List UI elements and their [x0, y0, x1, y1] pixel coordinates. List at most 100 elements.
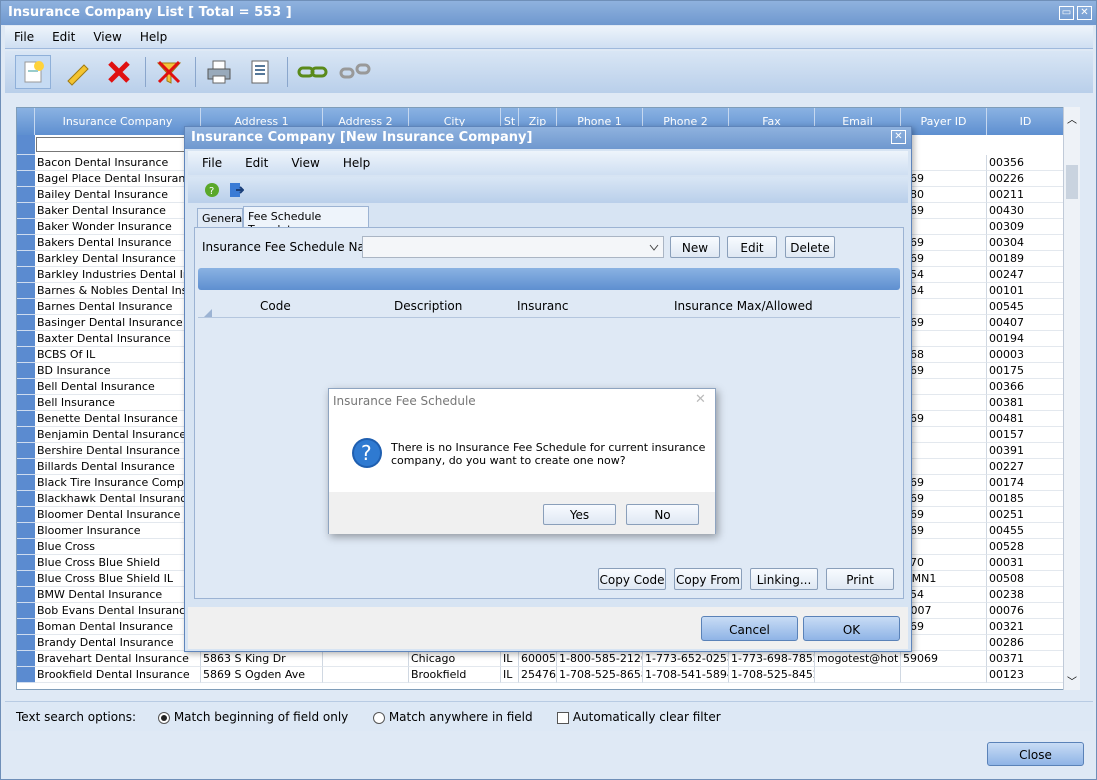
unlink-icon[interactable] — [337, 55, 373, 89]
yes-button[interactable]: Yes — [543, 504, 616, 525]
row-selector[interactable] — [17, 379, 35, 395]
row-selector[interactable] — [17, 667, 35, 683]
link-icon[interactable] — [295, 55, 331, 89]
row-selector[interactable] — [17, 299, 35, 315]
menu-file[interactable]: File — [5, 26, 43, 44]
radio-match-anywhere[interactable]: Match anywhere in field — [373, 710, 533, 724]
table-cell: 069 — [901, 235, 987, 251]
header-selector — [17, 108, 35, 135]
dialog-menu-file[interactable]: File — [188, 151, 231, 170]
edit-pencil-icon[interactable] — [59, 55, 95, 89]
table-row[interactable]: Bravehart Dental Insurance 5863 S King Dr… — [35, 651, 1065, 667]
new-button[interactable]: New — [670, 236, 720, 258]
row-selector[interactable] — [17, 603, 35, 619]
new-document-icon[interactable] — [15, 55, 51, 89]
radio-match-beginning[interactable]: Match beginning of field only — [158, 710, 348, 724]
copy-from-button[interactable]: Copy From — [674, 568, 742, 590]
row-selector[interactable] — [17, 395, 35, 411]
copy-code-button[interactable]: Copy Code — [598, 568, 666, 590]
table-cell: Basinger Dental Insurance — [35, 315, 201, 331]
row-selector[interactable] — [17, 475, 35, 491]
row-selector[interactable] — [17, 171, 35, 187]
scroll-down-icon[interactable]: ﹀ — [1067, 673, 1077, 688]
col-payer-id[interactable]: Payer ID — [901, 108, 987, 135]
row-selector[interactable] — [17, 587, 35, 603]
row-selector[interactable] — [17, 315, 35, 331]
window-title: Insurance Company List [ Total = 553 ] — [1, 1, 1096, 25]
help-icon[interactable]: ? — [204, 182, 220, 198]
dialog-close-icon[interactable]: ✕ — [891, 130, 906, 144]
delete-button[interactable]: Delete — [785, 236, 835, 258]
close-icon[interactable]: ✕ — [1077, 6, 1092, 20]
col-max-allowed[interactable]: Insurance Max/Allowed — [674, 299, 813, 313]
msgbox-close-icon[interactable]: ✕ — [695, 392, 706, 407]
tab-general[interactable]: General — [197, 208, 245, 228]
schedule-name-select[interactable] — [362, 236, 664, 258]
row-selector[interactable] — [17, 283, 35, 299]
clear-filter-icon[interactable] — [151, 55, 187, 89]
row-selector[interactable] — [17, 459, 35, 475]
row-selector[interactable] — [17, 411, 35, 427]
row-selector[interactable] — [17, 443, 35, 459]
dialog-menu-view[interactable]: View — [277, 151, 328, 170]
table-cell: 00304 — [987, 235, 1065, 251]
row-selector[interactable] — [17, 635, 35, 651]
row-selector[interactable] — [17, 427, 35, 443]
menu-help[interactable]: Help — [131, 26, 176, 44]
row-selector[interactable] — [17, 331, 35, 347]
row-selector[interactable] — [17, 219, 35, 235]
row-selector[interactable] — [17, 363, 35, 379]
grid-scrollbar[interactable]: ︿ ﹀ — [1063, 107, 1080, 690]
menu-bar: File Edit View Help — [5, 26, 1093, 49]
cancel-button[interactable]: Cancel — [701, 616, 798, 641]
search-options-label: Text search options: — [16, 710, 136, 724]
table-cell: 00251 — [987, 507, 1065, 523]
delete-x-icon[interactable] — [101, 55, 137, 89]
menu-edit[interactable]: Edit — [43, 26, 84, 44]
linking-button[interactable]: Linking... — [750, 568, 818, 590]
table-cell: Bell Insurance — [35, 395, 201, 411]
exit-door-icon[interactable] — [228, 181, 244, 199]
table-cell: 00309 — [987, 219, 1065, 235]
close-button[interactable]: Close — [987, 742, 1084, 766]
row-selector[interactable] — [17, 267, 35, 283]
fee-grid-header: Code Description Insuranc Insurance Max/… — [198, 294, 900, 318]
dialog-menu-help[interactable]: Help — [329, 151, 379, 170]
row-selector[interactable] — [17, 651, 35, 667]
print-preview-icon[interactable] — [243, 55, 279, 89]
maximize-icon[interactable]: ▭ — [1059, 6, 1074, 20]
row-selector[interactable] — [17, 155, 35, 171]
row-selector[interactable] — [17, 523, 35, 539]
col-code[interactable]: Code — [260, 299, 291, 313]
no-button[interactable]: No — [626, 504, 699, 525]
edit-button[interactable]: Edit — [727, 236, 777, 258]
col-insurance-company[interactable]: Insurance Company — [35, 108, 201, 135]
print-icon[interactable] — [201, 55, 237, 89]
col-description[interactable]: Description — [394, 299, 462, 313]
scroll-thumb[interactable] — [1066, 165, 1078, 199]
menu-view[interactable]: View — [84, 26, 130, 44]
row-selector[interactable] — [17, 491, 35, 507]
scroll-up-icon[interactable]: ︿ — [1067, 111, 1077, 126]
ok-button[interactable]: OK — [803, 616, 900, 641]
row-selector[interactable] — [17, 507, 35, 523]
row-selector[interactable] — [17, 251, 35, 267]
print-button[interactable]: Print — [826, 568, 894, 590]
row-selector[interactable] — [17, 203, 35, 219]
col-id[interactable]: ID — [987, 108, 1065, 135]
row-selector[interactable] — [17, 187, 35, 203]
table-cell: OMN1 — [901, 571, 987, 587]
table-cell: Bershire Dental Insurance — [35, 443, 201, 459]
auto-clear-checkbox[interactable]: Automatically clear filter — [557, 710, 721, 724]
dialog-menu-edit[interactable]: Edit — [231, 151, 277, 170]
row-selector[interactable] — [17, 235, 35, 251]
row-selector[interactable] — [17, 619, 35, 635]
row-selector[interactable] — [17, 347, 35, 363]
row-selector[interactable] — [17, 539, 35, 555]
table-row[interactable]: Brookfield Dental Insurance 5869 S Ogden … — [35, 667, 1065, 683]
col-insurance[interactable]: Insuranc — [517, 299, 569, 313]
filter-input[interactable] — [36, 137, 200, 152]
row-selector[interactable] — [17, 555, 35, 571]
row-selector[interactable] — [17, 571, 35, 587]
tab-fee-schedule[interactable]: Fee Schedule Template — [243, 206, 369, 236]
